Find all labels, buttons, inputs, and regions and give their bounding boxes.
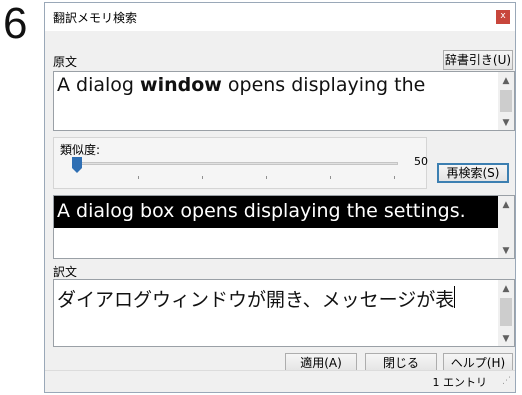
match-text: A dialog box opens displaying the settin… bbox=[57, 200, 466, 222]
source-scrollbar[interactable]: ▲ ▼ bbox=[498, 72, 514, 130]
scroll-down-icon[interactable]: ▼ bbox=[501, 334, 511, 344]
slider-tick bbox=[138, 176, 139, 179]
scroll-up-icon[interactable]: ▲ bbox=[501, 200, 511, 210]
text-cursor bbox=[454, 286, 455, 308]
similarity-label: 類似度: bbox=[60, 143, 101, 157]
scroll-down-icon[interactable]: ▼ bbox=[501, 118, 511, 128]
slider-tick bbox=[266, 176, 267, 179]
similarity-group: 類似度: 50 bbox=[53, 137, 428, 189]
source-scroll-thumb[interactable] bbox=[500, 90, 512, 112]
scroll-up-icon[interactable]: ▲ bbox=[501, 284, 511, 294]
source-text: A dialog window opens displaying the bbox=[57, 74, 426, 96]
similarity-slider-track[interactable] bbox=[74, 162, 398, 165]
status-bar: 1 エントリ ⋰ bbox=[45, 370, 515, 392]
dictionary-lookup-button[interactable]: 辞書引き(U) bbox=[443, 50, 513, 70]
resize-grip-icon[interactable]: ⋰ bbox=[502, 376, 511, 386]
match-scrollbar[interactable]: ▲ ▼ bbox=[498, 196, 514, 258]
entry-count: 1 エントリ bbox=[432, 376, 488, 389]
slider-tick bbox=[202, 176, 203, 179]
slider-tick bbox=[394, 176, 395, 179]
close-icon[interactable]: x bbox=[496, 10, 510, 24]
translation-label: 訳文 bbox=[53, 265, 78, 279]
match-text-box[interactable]: A dialog box opens displaying the settin… bbox=[53, 195, 515, 259]
step-number: 6 bbox=[3, 0, 28, 48]
translation-scroll-thumb[interactable] bbox=[500, 298, 512, 326]
window-title: 翻訳メモリ検索 bbox=[53, 11, 138, 25]
match-highlight: A dialog box opens displaying the settin… bbox=[54, 196, 499, 228]
source-text-box[interactable]: A dialog window opens displaying the ▲ ▼ bbox=[53, 71, 515, 131]
slider-thumb-icon[interactable] bbox=[72, 157, 82, 173]
source-label: 原文 bbox=[53, 55, 78, 69]
translation-memory-search-window: 翻訳メモリ検索 x 原文 辞書引き(U) A dialog window ope… bbox=[44, 2, 516, 393]
scroll-down-icon[interactable]: ▼ bbox=[501, 246, 511, 256]
research-button[interactable]: 再検索(S) bbox=[437, 163, 509, 183]
translation-text: ダイアログウィンドウが開き、メッセージが表 bbox=[57, 289, 455, 311]
translation-text-box[interactable]: ダイアログウィンドウが開き、メッセージが表 ▲ ▼ bbox=[53, 279, 515, 347]
similarity-value: 50 bbox=[414, 155, 428, 168]
scroll-up-icon[interactable]: ▲ bbox=[501, 76, 511, 86]
title-bar: 翻訳メモリ検索 x bbox=[45, 3, 515, 31]
translation-scrollbar[interactable]: ▲ ▼ bbox=[498, 280, 514, 346]
slider-tick bbox=[330, 176, 331, 179]
